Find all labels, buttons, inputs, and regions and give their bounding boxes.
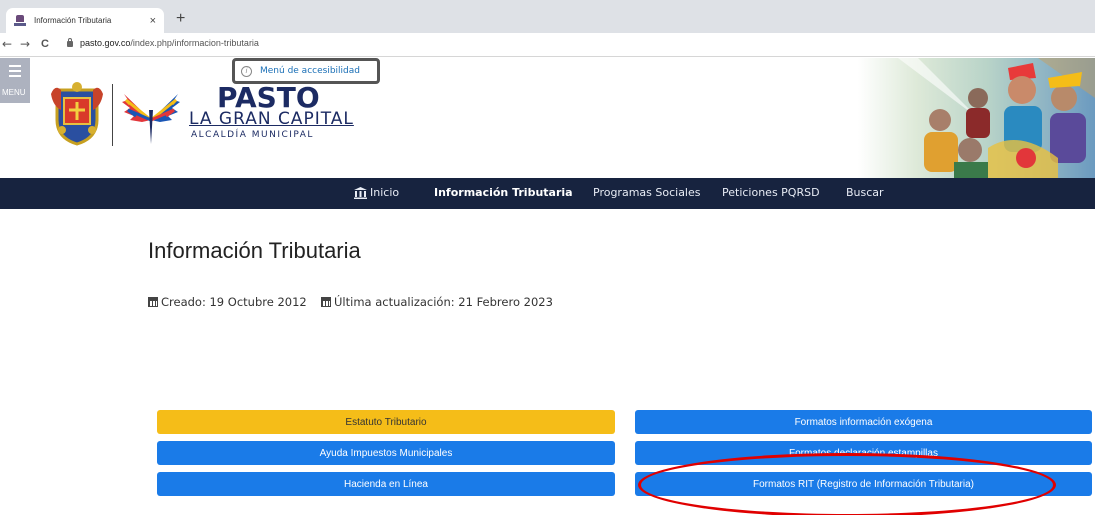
accessibility-label: Menú de accesibilidad xyxy=(260,66,360,76)
calendar-icon xyxy=(321,297,331,307)
bank-home-icon xyxy=(354,187,367,199)
reload-icon[interactable]: C xyxy=(41,38,49,50)
nav-item-programas-sociales[interactable]: Programas Sociales xyxy=(593,186,701,199)
header-banner-image xyxy=(858,58,1095,178)
created-date: Creado: 19 Octubre 2012 xyxy=(148,295,307,309)
city-bird-logo[interactable] xyxy=(118,80,184,146)
lock-icon[interactable] xyxy=(67,38,73,47)
created-date-text: Creado: 19 Octubre 2012 xyxy=(161,295,307,309)
formatos-exogena-button[interactable]: Formatos información exógena xyxy=(635,410,1092,434)
tab-close-icon[interactable]: × xyxy=(150,15,156,27)
logo-tagline: ALCALDÍA MUNICIPAL xyxy=(191,130,314,140)
hamburger-icon xyxy=(9,65,21,80)
nav-item-peticiones-pqrsd[interactable]: Peticiones PQRSD xyxy=(722,186,820,199)
nav-item-buscar[interactable]: Buscar xyxy=(846,186,884,199)
main-navbar: Inicio Información Tributaria Programas … xyxy=(0,178,1095,209)
page-title: Información Tributaria xyxy=(148,238,361,263)
browser-tab[interactable]: Información Tributaria × xyxy=(6,8,164,33)
browser-tabbar: Información Tributaria × + xyxy=(0,0,1095,33)
address-bar: ← → C pasto.gov.co/index.php/informacion… xyxy=(0,33,1095,57)
site-favicon-icon xyxy=(14,14,26,27)
nav-item-inicio[interactable]: Inicio xyxy=(370,186,399,199)
calendar-icon xyxy=(148,297,158,307)
logo-subtitle: LA GRAN CAPITAL xyxy=(189,109,354,129)
menu-label: MENU xyxy=(2,88,26,97)
updated-date: Última actualización: 21 Febrero 2023 xyxy=(321,295,553,309)
highlight-annotation-ellipse xyxy=(638,453,1056,515)
tab-title: Información Tributaria xyxy=(34,16,112,25)
forward-arrow-icon[interactable]: → xyxy=(20,37,30,51)
nav-item-informacion-tributaria[interactable]: Información Tributaria xyxy=(434,186,573,199)
estatuto-tributario-button[interactable]: Estatuto Tributario xyxy=(157,410,615,434)
side-menu-button[interactable]: MENU xyxy=(0,58,30,103)
ayuda-impuestos-button[interactable]: Ayuda Impuestos Municipales xyxy=(157,441,615,465)
logo-divider xyxy=(112,84,113,146)
hacienda-en-linea-button[interactable]: Hacienda en Línea xyxy=(157,472,615,496)
back-arrow-icon[interactable]: ← xyxy=(2,37,12,51)
url-field[interactable]: pasto.gov.co/index.php/informacion-tribu… xyxy=(80,38,259,48)
info-icon: i xyxy=(241,65,252,77)
coat-of-arms-logo[interactable] xyxy=(49,80,105,146)
new-tab-button[interactable]: + xyxy=(176,10,185,28)
updated-date-text: Última actualización: 21 Febrero 2023 xyxy=(334,295,553,309)
web-page: MENU i Menú de accesibilidad PASTO LA GR… xyxy=(0,58,1095,515)
